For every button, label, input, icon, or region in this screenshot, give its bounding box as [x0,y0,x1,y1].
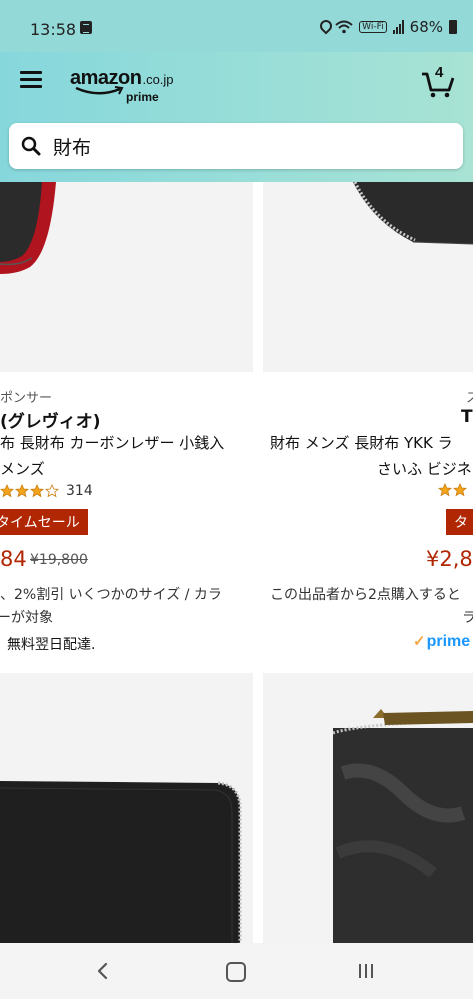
search-bar[interactable] [9,123,463,169]
check-icon: ✓ [413,633,426,650]
amazon-prime-logo[interactable]: amazon.co.jp prime [70,67,200,111]
cart-count: 4 [435,64,444,81]
product-brand: T [461,407,473,427]
product-image-tile[interactable] [263,182,473,372]
product-image-tile[interactable] [0,182,253,372]
product-title[interactable]: 布 長財布 カーボンレザー 小銭入 [0,432,224,453]
product-image-tile[interactable] [263,673,473,943]
promo-note: 、2%割引 いくつかのサイズ / カラ [0,587,222,603]
deal-badge: タイムセール [0,509,88,535]
prime-badge: ✓prime [413,632,470,651]
promo-note: この出品者から2点購入すると [270,587,461,603]
star-full-icon [438,483,452,497]
home-icon[interactable] [226,962,246,982]
rating-stars[interactable] [438,483,467,497]
smile-icon [75,86,124,95]
promo-note: ラ [462,610,473,626]
product-brand: (グレヴィオ) [0,412,101,432]
product-title[interactable]: 財布 メンズ 長財布 YKK ラ [270,432,453,453]
product-image [0,182,56,274]
product-image-tile[interactable] [0,673,253,943]
sponsored-label: ポンサー [0,391,53,406]
status-bar: 13:58 Wi-Fi 68% [0,0,473,52]
product-title[interactable]: メンズ [0,458,45,479]
system-nav-bar [0,943,473,999]
product-image [332,709,473,943]
product-title[interactable]: さいふ ビジネ [377,458,472,479]
logo-tld: .co.jp [142,72,174,87]
status-icons: Wi-Fi 68% [319,18,457,36]
star-full-icon [15,484,29,498]
cart-button[interactable]: 4 [421,64,455,98]
rating-count: 314 [66,483,93,499]
product-price: ¥2,8 [426,547,473,571]
star-full-icon [0,484,14,498]
battery-percent: 68% [409,18,443,36]
rating-stars[interactable]: 314 [0,483,93,499]
star-empty-icon [45,484,59,498]
signal-icon [392,20,404,34]
sponsored-label: ス [466,391,473,406]
wifi-call-icon: Wi-Fi [359,21,387,33]
star-full-icon [30,484,44,498]
promo-note: ーが対象 [0,610,53,626]
star-full-icon [453,483,467,497]
status-time: 13:58 [30,20,77,39]
prime-text: prime [426,633,471,650]
search-input[interactable] [53,133,443,159]
menu-icon[interactable] [20,71,42,89]
search-icon[interactable] [21,136,41,156]
list-price: ¥19,800 [30,552,88,568]
recent-apps-icon[interactable] [359,964,377,978]
back-icon[interactable] [94,961,112,981]
note-icon [80,21,92,34]
wifi-icon [335,20,353,34]
product-price: 84 [0,547,27,571]
logo-prime: prime [126,90,159,104]
deal-badge: タ [446,509,473,535]
product-image [0,781,242,943]
location-icon [319,20,329,34]
product-image [353,182,473,245]
delivery-text: 無料翌日配達. [7,637,96,653]
app-header: amazon.co.jp prime 4 [0,52,473,182]
battery-icon [449,20,457,34]
